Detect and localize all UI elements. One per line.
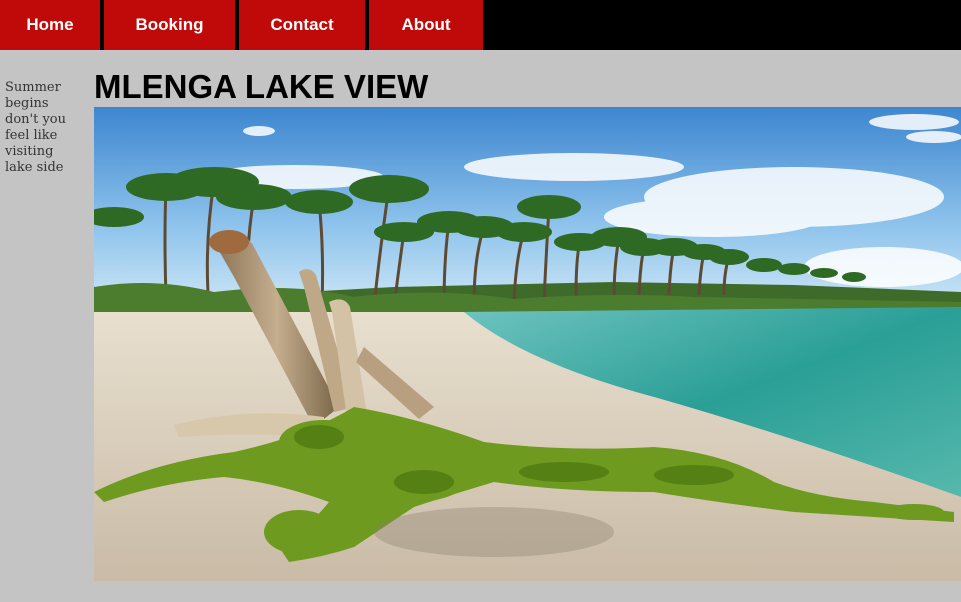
nav-booking-link[interactable]: Booking	[104, 0, 235, 50]
hero-image-lake-beach	[94, 107, 961, 581]
navbar: Home Booking Contact About	[0, 0, 961, 50]
page-title: MLENGA LAKE VIEW	[94, 68, 429, 105]
nav-home-link[interactable]: Home	[0, 0, 100, 50]
nav-about-link[interactable]: About	[369, 0, 483, 50]
sidebar-text: Summer begins don't you feel like visiti…	[5, 80, 66, 175]
nav-contact-link[interactable]: Contact	[239, 0, 365, 50]
